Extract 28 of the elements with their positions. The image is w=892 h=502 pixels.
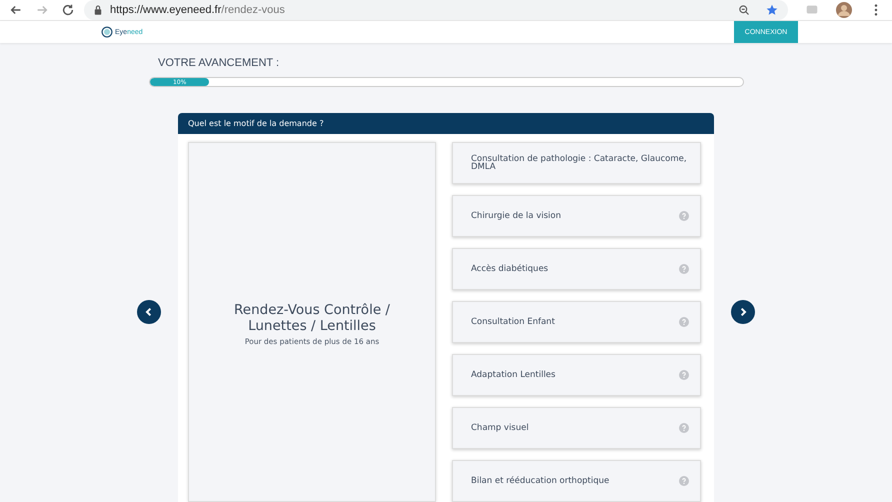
option-card[interactable]: Consultation Enfant <box>452 301 701 343</box>
option-card[interactable]: Accès diabétiques <box>452 248 701 290</box>
option-label: Chirurgie de la vision <box>471 212 562 220</box>
option-card[interactable]: Bilan et rééducation orthoptique <box>452 460 701 502</box>
star-icon[interactable] <box>766 4 778 16</box>
option-label: Consultation Enfant <box>471 318 556 326</box>
forward-icon[interactable] <box>35 3 49 17</box>
reload-icon[interactable] <box>61 3 75 17</box>
address-bar[interactable]: https://www.eyeneed.fr/rendez-vous <box>84 0 788 20</box>
option-card[interactable]: Adaptation Lentilles <box>452 354 701 396</box>
next-button[interactable] <box>731 300 755 324</box>
option-label: Consultation de pathologie : Cataracte, Glaucome, DMLA <box>471 155 688 171</box>
back-icon[interactable] <box>9 3 23 17</box>
option-label: Adaptation Lentilles <box>471 371 556 379</box>
option-label: Champ visuel <box>471 424 530 432</box>
progress-title: VOTRE AVANCEMENT : <box>158 57 280 69</box>
option-label: Bilan et rééducation orthoptique <box>471 477 610 485</box>
option-label: Accès diabétiques <box>471 265 550 273</box>
option-card[interactable]: Chirurgie de la vision <box>452 195 701 237</box>
option-card[interactable]: Champ visuel <box>452 407 701 449</box>
logo-icon <box>101 26 113 38</box>
lock-icon <box>94 5 102 15</box>
option-card[interactable]: Consultation de pathologie : Cataracte, Glaucome, DMLA <box>452 142 701 184</box>
zoom-icon[interactable] <box>738 4 750 16</box>
previous-button[interactable] <box>137 300 161 324</box>
question-title: Quel est le motif de la demande ? <box>178 113 714 134</box>
avatar-icon[interactable] <box>836 2 852 18</box>
featured-title: Rendez-Vous Contrôle / Lunettes / Lentilles <box>233 302 391 334</box>
